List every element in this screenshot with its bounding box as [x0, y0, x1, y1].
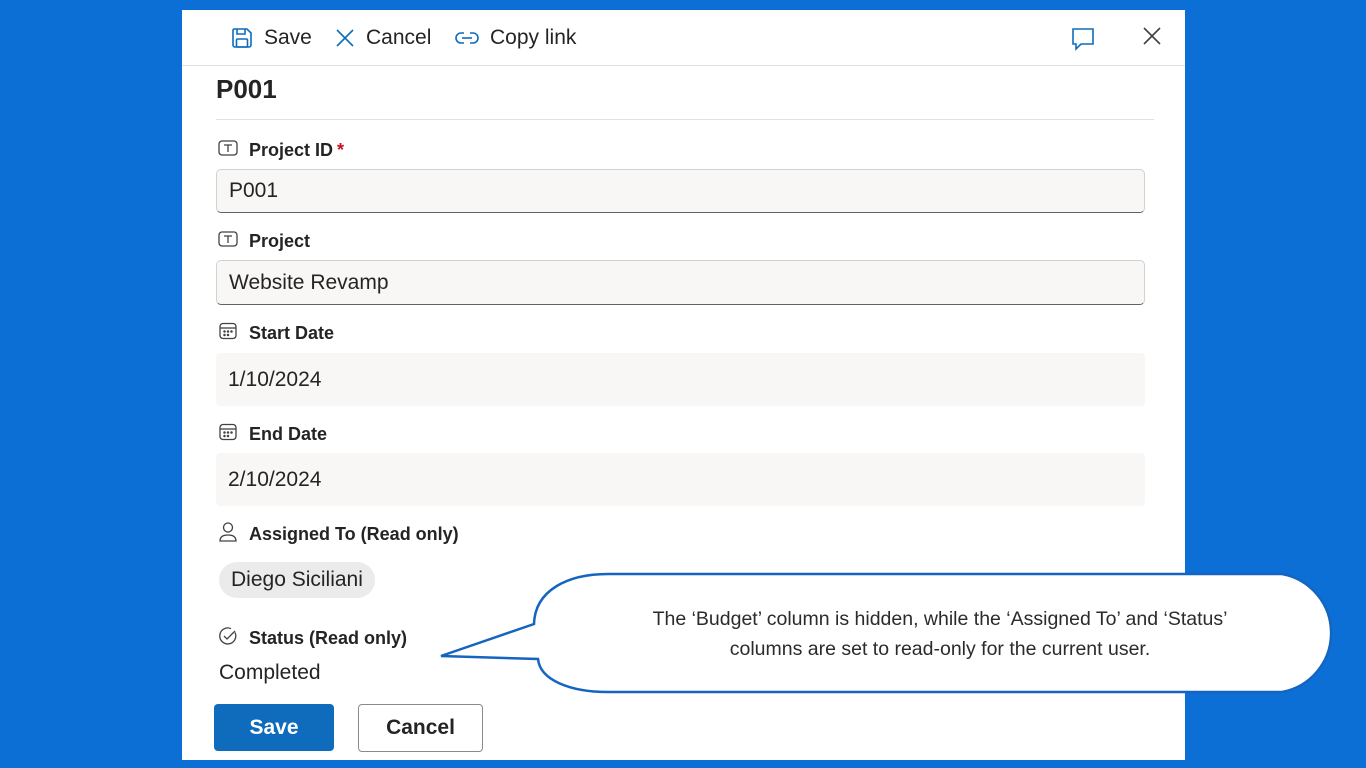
close-x-icon	[334, 27, 356, 49]
stage: Save Cancel Copy link P001 Project ID * …	[0, 0, 1366, 768]
assigned-person-name: Diego Siciliani	[231, 568, 363, 591]
status-label-text: Status (Read only)	[249, 627, 408, 648]
save-icon	[230, 26, 254, 50]
toolbar-copy-link-label: Copy link	[490, 26, 577, 49]
status-value: Completed	[219, 661, 321, 684]
person-icon	[218, 521, 238, 548]
project-label: Project	[218, 229, 310, 253]
command-bar: Save Cancel Copy link	[182, 10, 1185, 66]
check-circle-icon	[218, 626, 238, 651]
assigned-to-label: Assigned To (Read only)	[218, 521, 459, 548]
project-value: Website Revamp	[229, 270, 389, 294]
calendar-icon	[218, 321, 238, 346]
project-id-input[interactable]: P001	[216, 169, 1145, 213]
start-date-label: Start Date	[218, 321, 334, 345]
project-label-text: Project	[249, 230, 311, 251]
toolbar-save-label: Save	[264, 26, 312, 49]
status-label: Status (Read only)	[218, 626, 407, 650]
close-icon[interactable]	[1142, 26, 1162, 51]
project-id-value: P001	[229, 179, 279, 202]
text-field-icon	[218, 139, 238, 161]
assigned-to-label-text: Assigned To (Read only)	[249, 523, 459, 544]
save-button[interactable]: Save	[214, 704, 334, 751]
cancel-button[interactable]: Cancel	[358, 704, 483, 752]
end-date-field[interactable]: 2/10/2024	[216, 453, 1145, 506]
record-title: P001	[216, 74, 277, 104]
toolbar-copy-link-button[interactable]: Copy link	[454, 22, 576, 54]
callout-line-1: The ‘Budget’ column is hidden, while the…	[652, 608, 1228, 630]
start-date-value: 1/10/2024	[228, 367, 322, 391]
callout-line-2: columns are set to read-only for the cur…	[729, 638, 1151, 660]
end-date-label-text: End Date	[249, 423, 328, 444]
toolbar-save-button[interactable]: Save	[230, 22, 312, 54]
link-icon	[454, 27, 480, 49]
start-date-field[interactable]: 1/10/2024	[216, 353, 1145, 406]
comment-icon[interactable]	[1070, 26, 1096, 57]
end-date-value: 2/10/2024	[228, 467, 322, 491]
project-id-label: Project ID *	[218, 138, 344, 162]
start-date-label-text: Start Date	[249, 322, 335, 343]
toolbar-cancel-button[interactable]: Cancel	[334, 22, 431, 54]
required-marker: *	[337, 139, 345, 160]
callout-text: The ‘Budget’ column is hidden, while the…	[590, 604, 1290, 664]
toolbar-cancel-label: Cancel	[366, 26, 432, 49]
project-input[interactable]: Website Revamp	[216, 260, 1145, 305]
text-field-icon	[218, 230, 238, 252]
end-date-label: End Date	[218, 422, 327, 446]
assigned-person-chip: Diego Siciliani	[219, 562, 375, 598]
title-divider	[216, 119, 1154, 120]
calendar-icon	[218, 422, 238, 447]
project-id-label-text: Project ID	[249, 139, 334, 160]
